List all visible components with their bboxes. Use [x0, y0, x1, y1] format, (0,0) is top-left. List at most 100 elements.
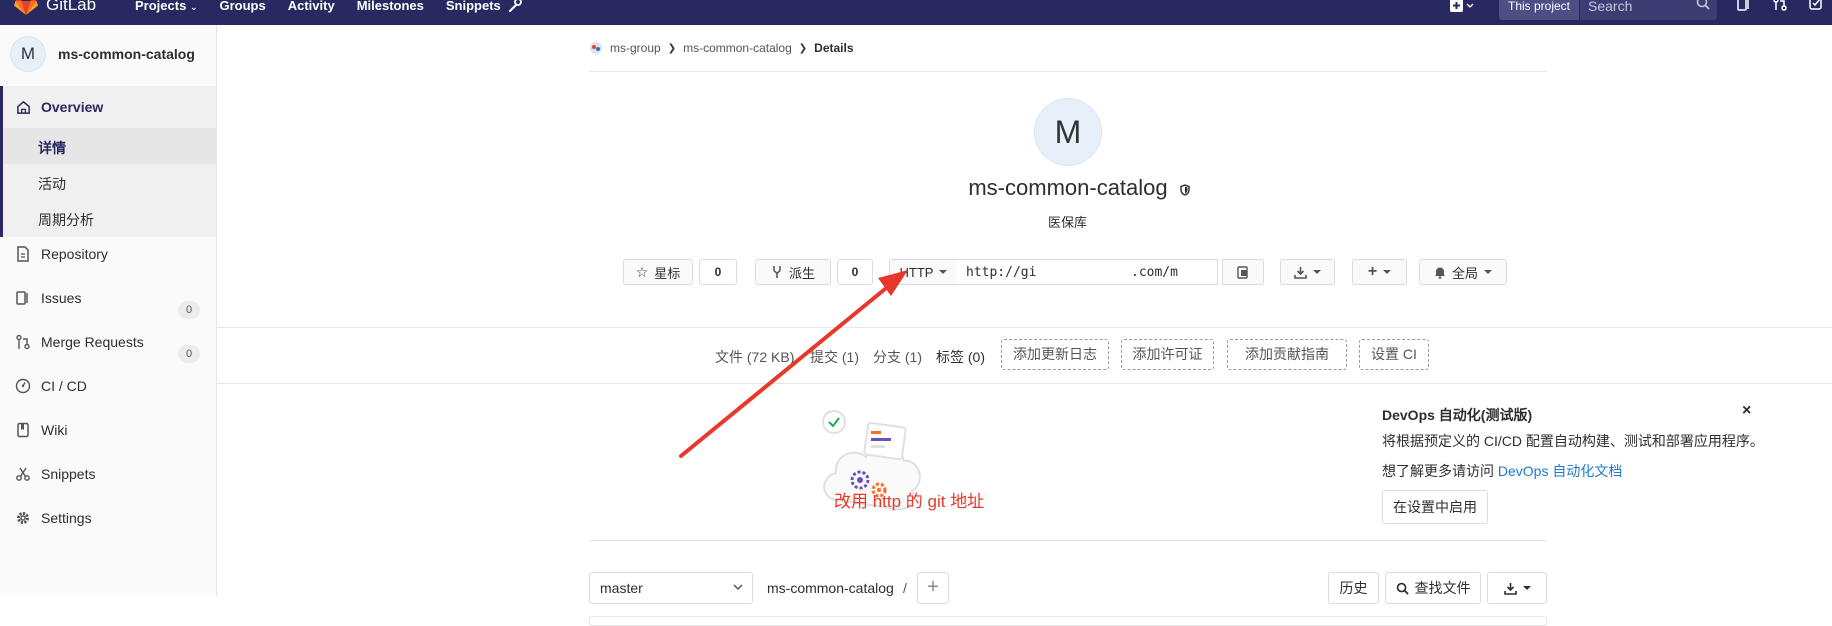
nav-milestones[interactable]: Milestones — [357, 0, 424, 13]
add-contributing-button[interactable]: 添加贡献指南 — [1227, 339, 1347, 370]
issues-count-badge: 0 — [178, 301, 200, 319]
enable-in-settings-button[interactable]: 在设置中启用 — [1382, 490, 1488, 524]
breadcrumb-current[interactable]: Details — [814, 41, 853, 55]
chevron-right-icon: ❯ — [667, 42, 677, 54]
devops-banner-learn-more: 想了解更多请访问 DevOps 自动化文档 — [1382, 461, 1622, 481]
copy-url-button[interactable] — [1222, 259, 1264, 285]
sidebar-subitem-cycle-analytics[interactable]: 周期分析 — [38, 210, 94, 230]
devops-docs-link[interactable]: DevOps 自动化文档 — [1498, 463, 1622, 479]
project-avatar: M — [10, 36, 46, 72]
sidebar-item-label: Settings — [41, 510, 92, 526]
merge-requests-count-badge: 0 — [178, 345, 200, 363]
fork-count[interactable]: 0 — [837, 259, 873, 285]
sidebar-project-header[interactable]: M ms-common-catalog — [0, 25, 216, 79]
scissors-icon — [13, 464, 33, 484]
fork-button[interactable]: 派生 — [755, 259, 831, 285]
sidebar-item-repository[interactable]: Repository — [0, 244, 108, 264]
nav-activity[interactable]: Activity — [288, 0, 335, 13]
clipboard-icon — [1237, 266, 1248, 279]
download-archive-dropdown[interactable] — [1487, 572, 1547, 604]
sidebar-item-label: Merge Requests — [41, 334, 144, 350]
project-title: ms-common-catalog — [968, 175, 1168, 200]
search-input[interactable]: Search — [1580, 0, 1717, 20]
sidebar-subitem-activity[interactable]: 活动 — [38, 174, 66, 194]
stat-branches[interactable]: 分支 (1) — [873, 347, 922, 367]
visibility-shield-icon — [1180, 184, 1190, 196]
star-label: 星标 — [654, 265, 681, 281]
chevron-down-icon: ⌄ — [189, 2, 198, 12]
brand-name: GitLab — [46, 0, 97, 14]
project-avatar-large: M — [1034, 98, 1102, 166]
top-navbar: GitLab Projects ⌄ Groups Activity Milest… — [0, 0, 1832, 25]
sidebar-item-snippets[interactable]: Snippets — [0, 464, 95, 484]
plus-icon: + — [1367, 263, 1378, 280]
gitlab-logo[interactable]: GitLab — [14, 0, 96, 16]
add-license-button[interactable]: 添加许可证 — [1121, 339, 1214, 370]
sidebar-subitem-details[interactable]: 详情 — [38, 138, 66, 158]
plus-square-icon — [1450, 0, 1474, 12]
sidebar-item-ci-cd[interactable]: CI / CD — [0, 376, 87, 396]
wrench-icon[interactable] — [508, 0, 522, 12]
notification-dropdown[interactable]: 全局 — [1419, 259, 1507, 285]
annotation-text: 改用 http 的 git 地址 — [834, 492, 985, 511]
close-icon[interactable]: × — [1742, 402, 1751, 420]
caret-down-icon — [939, 270, 948, 274]
history-button[interactable]: 历史 — [1328, 572, 1379, 604]
find-file-button[interactable]: 查找文件 — [1385, 572, 1481, 604]
chevron-right-icon: ❯ — [798, 42, 808, 54]
download-dropdown[interactable] — [1280, 259, 1335, 285]
caret-down-icon — [1522, 586, 1531, 590]
sidebar-item-issues[interactable]: Issues — [0, 288, 81, 308]
star-button[interactable]: ☆ 星标 — [623, 259, 693, 285]
divider — [589, 540, 1547, 541]
sidebar-item-wiki[interactable]: Wiki — [0, 420, 67, 440]
stat-commits[interactable]: 提交 (1) — [810, 347, 859, 367]
rocket-gauge-icon — [13, 376, 33, 396]
merge-request-icon — [13, 332, 33, 352]
devops-banner-title: DevOps 自动化(测试版) — [1382, 407, 1533, 423]
caret-down-icon — [1383, 270, 1392, 274]
divider — [217, 327, 1832, 328]
setup-ci-button[interactable]: 设置 CI — [1359, 339, 1429, 370]
stat-tags[interactable]: 标签 (0) — [936, 347, 985, 367]
chevron-down-icon — [733, 584, 743, 590]
merge-request-nav-icon[interactable] — [1772, 0, 1788, 12]
sidebar-item-settings[interactable]: Settings — [0, 508, 92, 528]
repo-path[interactable]: ms-common-catalog — [767, 580, 894, 596]
fork-icon — [773, 266, 781, 278]
nav-projects[interactable]: Projects ⌄ — [135, 0, 197, 13]
clone-protocol-dropdown[interactable]: HTTP — [889, 259, 958, 285]
todo-nav-icon[interactable] — [1808, 0, 1824, 12]
new-menu-button[interactable] — [1450, 0, 1478, 18]
fork-label: 派生 — [788, 265, 815, 281]
book-icon — [13, 420, 33, 440]
sidebar-item-label: Issues — [41, 290, 82, 306]
sidebar-item-overview[interactable]: Overview — [0, 97, 103, 117]
star-icon: ☆ — [635, 263, 649, 280]
sidebar-item-label: Overview — [41, 99, 104, 115]
sidebar-item-label: Wiki — [41, 422, 68, 438]
plus-icon: + — [927, 576, 939, 598]
add-changelog-button[interactable]: 添加更新日志 — [1001, 339, 1109, 370]
sidebar-item-merge-requests[interactable]: Merge Requests — [0, 332, 144, 352]
issues-nav-icon[interactable] — [1736, 0, 1752, 12]
breadcrumb-group[interactable]: ms-group — [610, 41, 661, 55]
sidebar-item-label: Snippets — [41, 466, 96, 482]
star-count[interactable]: 0 — [699, 259, 737, 285]
branch-selector[interactable]: master — [589, 572, 753, 604]
document-icon — [13, 244, 33, 264]
protocol-label: HTTP — [899, 264, 934, 280]
nav-groups[interactable]: Groups — [219, 0, 265, 13]
sidebar-project-name: ms-common-catalog — [58, 46, 195, 62]
add-to-tree-button[interactable]: + — [917, 572, 949, 604]
add-dropdown[interactable]: + — [1352, 259, 1407, 285]
stat-files[interactable]: 文件 (72 KB) — [715, 347, 794, 367]
search-scope-badge[interactable]: This project — [1499, 0, 1579, 20]
project-description: 医保库 — [1047, 215, 1087, 230]
home-icon — [13, 97, 33, 117]
breadcrumb-project[interactable]: ms-common-catalog — [683, 41, 792, 55]
nav-projects-label: Projects — [135, 0, 187, 13]
nav-snippets[interactable]: Snippets — [446, 0, 501, 13]
sidebar-item-label: CI / CD — [41, 378, 87, 394]
clone-url-input[interactable]: http://gi .com/m — [957, 259, 1218, 285]
